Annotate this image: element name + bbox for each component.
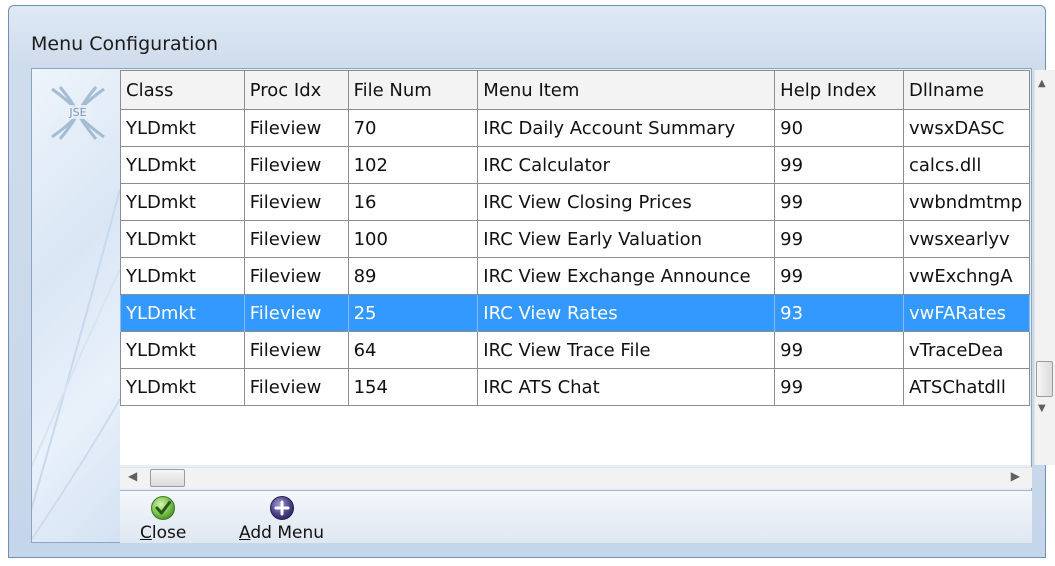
window-title: Menu Configuration — [31, 33, 219, 55]
cell-proc-idx[interactable]: Fileview — [243, 331, 349, 369]
cell-class[interactable]: YLDmkt — [120, 294, 245, 332]
cell-menu-item[interactable]: IRC View Trace File — [477, 331, 776, 369]
cell-proc-idx[interactable]: Fileview — [243, 368, 349, 406]
table-row[interactable]: YLDmkt Fileview 25 IRC View Rates 93 vwFARate… — [120, 294, 1030, 332]
cell-help-index[interactable]: 99 — [774, 257, 904, 295]
scroll-up-arrow-icon[interactable]: ▲ — [1038, 78, 1046, 89]
cell-proc-idx[interactable]: Fileview — [243, 220, 349, 258]
cell-class[interactable]: YLDmkt — [120, 368, 245, 406]
cell-class[interactable]: YLDmkt — [120, 331, 245, 369]
cell-menu-item[interactable]: IRC View Early Valuation — [477, 220, 776, 258]
cell-file-num[interactable]: 70 — [347, 109, 479, 147]
cell-proc-idx[interactable]: Fileview — [243, 183, 349, 221]
cell-proc-idx[interactable]: Fileview — [243, 109, 349, 147]
table-row[interactable]: YLDmkt Fileview 64 IRC View Trace File 99 vTr… — [120, 331, 1030, 369]
cell-menu-item[interactable]: IRC Calculator — [477, 146, 776, 184]
cell-dllname[interactable]: vwbndmtmp — [903, 183, 1030, 221]
cell-help-index[interactable]: 99 — [774, 331, 904, 369]
cell-file-num[interactable]: 154 — [347, 368, 479, 406]
add-menu-button-label: Add Menu — [239, 523, 325, 543]
cell-help-index[interactable]: 99 — [774, 146, 904, 184]
cell-dllname[interactable]: vwExchngA — [903, 257, 1030, 295]
table-row[interactable]: YLDmkt Fileview 100 IRC View Early Valuatio… — [120, 220, 1030, 258]
cell-dllname[interactable]: vwFARates — [903, 294, 1030, 332]
table-row[interactable]: YLDmkt Fileview 70 IRC Daily Account Summar… — [120, 109, 1030, 147]
cell-help-index[interactable]: 99 — [774, 183, 904, 221]
cell-class[interactable]: YLDmkt — [120, 183, 245, 221]
cell-dllname[interactable]: calcs.dll — [903, 146, 1030, 184]
column-header-class[interactable]: Class — [120, 70, 245, 110]
close-button-label: Close — [140, 523, 187, 543]
vertical-scrollbar[interactable]: ▲ ▼ — [1034, 70, 1055, 465]
cell-dllname[interactable]: vwsxearlyv — [903, 220, 1030, 258]
horizontal-scroll-thumb[interactable] — [150, 469, 185, 487]
cell-class[interactable]: YLDmkt — [120, 146, 245, 184]
cell-proc-idx[interactable]: Fileview — [243, 257, 349, 295]
column-header-help-index[interactable]: Help Index — [774, 70, 904, 110]
cell-help-index[interactable]: 99 — [774, 368, 904, 406]
column-header-file-num[interactable]: File Num — [347, 70, 479, 110]
scroll-left-arrow-icon[interactable]: ◀ — [128, 469, 137, 483]
cell-menu-item[interactable]: IRC View Exchange Announce — [477, 257, 776, 295]
scroll-right-arrow-icon[interactable]: ▶ — [1011, 469, 1020, 483]
cell-menu-item[interactable]: IRC Daily Account Summary — [477, 109, 776, 147]
cell-file-num[interactable]: 64 — [347, 331, 479, 369]
menu-items-grid[interactable]: Class Proc Idx File Num Menu Item Help I… — [120, 70, 1030, 465]
cell-class[interactable]: YLDmkt — [120, 220, 245, 258]
cell-file-num[interactable]: 25 — [347, 294, 479, 332]
column-header-proc-idx[interactable]: Proc Idx — [243, 70, 349, 110]
add-menu-button[interactable]: Add Menu — [239, 495, 324, 543]
cell-proc-idx[interactable]: Fileview — [243, 146, 349, 184]
cell-proc-idx[interactable]: Fileview — [243, 294, 349, 332]
cell-help-index[interactable]: 90 — [774, 109, 904, 147]
table-row[interactable]: YLDmkt Fileview 16 IRC View Closing Prices 9… — [120, 183, 1030, 221]
column-header-menu-item[interactable]: Menu Item — [477, 70, 776, 110]
cell-menu-item[interactable]: IRC ATS Chat — [477, 368, 776, 406]
cell-class[interactable]: YLDmkt — [120, 257, 245, 295]
table-row[interactable]: YLDmkt Fileview 102 IRC Calculator 99 calcs.d… — [120, 146, 1030, 184]
cell-file-num[interactable]: 16 — [347, 183, 479, 221]
menu-configuration-window: Menu Configuration JSE Class Proc Idx Fi… — [8, 5, 1055, 558]
close-button[interactable]: Close — [140, 495, 186, 543]
scroll-down-arrow-icon[interactable]: ▼ — [1038, 403, 1046, 414]
content-panel: JSE Class Proc Idx File Num Menu Item He… — [31, 68, 1055, 543]
cell-class[interactable]: YLDmkt — [120, 109, 245, 147]
cell-file-num[interactable]: 102 — [347, 146, 479, 184]
table-row[interactable]: YLDmkt Fileview 154 IRC ATS Chat 99 ATSChatdl… — [120, 368, 1030, 406]
cell-dllname[interactable]: vTraceDea — [903, 331, 1030, 369]
grid-header-row: Class Proc Idx File Num Menu Item Help I… — [120, 70, 1030, 110]
decorative-swoosh — [32, 188, 120, 540]
cell-help-index[interactable]: 93 — [774, 294, 904, 332]
cell-help-index[interactable]: 99 — [774, 220, 904, 258]
cell-file-num[interactable]: 100 — [347, 220, 479, 258]
column-header-dllname[interactable]: Dllname — [903, 70, 1030, 110]
horizontal-scrollbar[interactable]: ◀ ▶ — [120, 467, 1032, 488]
decorative-side-panel: JSE — [32, 69, 120, 542]
cell-menu-item[interactable]: IRC View Rates — [477, 294, 776, 332]
vertical-scroll-thumb[interactable] — [1036, 361, 1053, 397]
plus-circle-icon — [269, 496, 294, 520]
bottom-toolbar: Close Add Menu — [120, 490, 1032, 543]
cell-menu-item[interactable]: IRC View Closing Prices — [477, 183, 776, 221]
cell-file-num[interactable]: 89 — [347, 257, 479, 295]
checkmark-icon — [151, 496, 176, 520]
cell-dllname[interactable]: vwsxDASC — [903, 109, 1030, 147]
table-row[interactable]: YLDmkt Fileview 89 IRC View Exchange Announ… — [120, 257, 1030, 295]
cell-dllname[interactable]: ATSChatdll — [903, 368, 1030, 406]
